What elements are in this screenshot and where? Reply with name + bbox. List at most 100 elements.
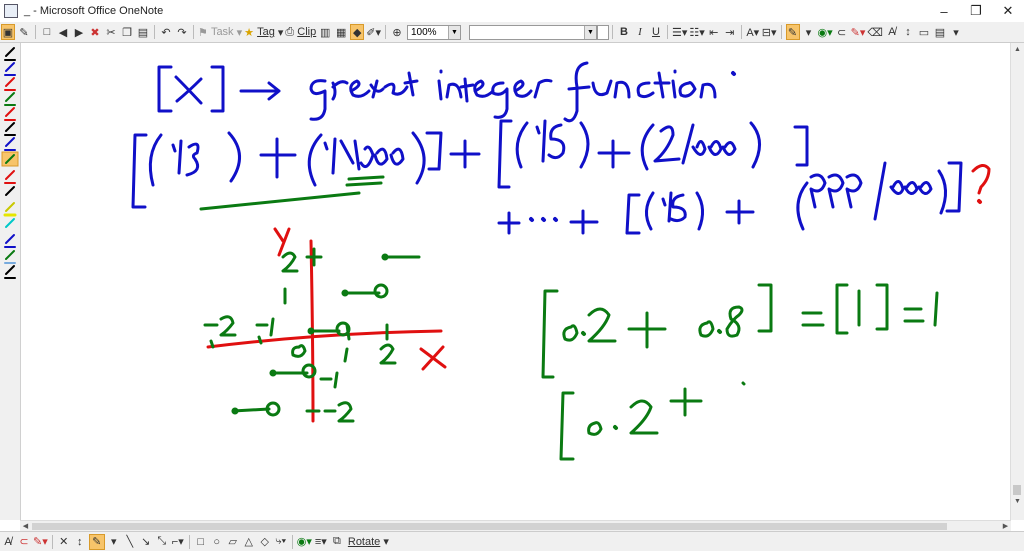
zoom-icon[interactable]: ⊕ — [390, 24, 404, 40]
ink-stroke — [529, 217, 558, 222]
scroll-thumb[interactable] — [1013, 485, 1021, 495]
pen-selected-icon[interactable]: ✎ — [88, 533, 105, 550]
arrow-line-icon[interactable]: ↘ — [139, 534, 153, 550]
axis-icon[interactable]: ⌐▾ — [171, 534, 185, 550]
lasso-icon[interactable]: ⊂ — [835, 24, 849, 40]
pen-tool-icon[interactable]: ✎ — [17, 24, 31, 40]
highlight-dropdown-icon[interactable]: ▾ — [802, 24, 816, 40]
highlighter-icon[interactable]: ✎ — [785, 24, 800, 40]
indent-icon[interactable]: ⇥ — [723, 24, 737, 40]
undo-icon[interactable]: ↶ — [159, 24, 173, 40]
ink-stroke — [411, 131, 426, 185]
line-weight-icon[interactable]: ≡▾ — [314, 534, 328, 550]
triangle-icon[interactable]: △ — [242, 534, 256, 550]
ink-stroke — [875, 283, 889, 331]
font-size-select[interactable] — [596, 24, 609, 40]
font-name-select[interactable]: ▼ — [468, 24, 597, 40]
ink-canvas[interactable] — [21, 43, 1011, 520]
full-page-icon[interactable]: ▥ — [318, 24, 332, 40]
delete-ink-icon[interactable]: ✕ — [57, 534, 71, 550]
scroll-down-arrow-icon[interactable]: ▼ — [1011, 495, 1024, 508]
minimize-button[interactable]: – — [928, 0, 960, 22]
line-icon[interactable]: ╲ — [123, 534, 137, 550]
task-button[interactable]: ⚑ Task ▾ — [198, 24, 242, 40]
new-page-icon[interactable]: □ — [40, 24, 54, 40]
ink-stroke — [717, 329, 722, 334]
style-icon[interactable]: ⊟▾ — [762, 24, 777, 40]
ink-stroke — [645, 191, 655, 231]
ink-stroke — [653, 123, 737, 165]
tick-label-2-y — [281, 251, 299, 273]
ink-stroke — [801, 311, 825, 327]
tick-label-2-x — [379, 343, 397, 365]
eraser-icon[interactable]: ⌫ — [867, 24, 883, 40]
zoom-select[interactable]: 100% ▼ — [406, 24, 461, 40]
bold-button[interactable]: B — [617, 24, 631, 40]
close-button[interactable]: ✕ — [992, 0, 1024, 22]
ink-stroke — [613, 425, 618, 430]
ink-stroke — [835, 283, 849, 335]
paste-icon[interactable]: ▤ — [136, 24, 150, 40]
ink-stroke — [157, 65, 173, 113]
vertical-scrollbar[interactable]: ▲ ▼ — [1010, 43, 1024, 520]
ink-stroke — [563, 61, 717, 123]
options-icon[interactable]: ▾ — [949, 24, 963, 40]
ink-stroke — [562, 324, 579, 342]
pen-blue-icon — [5, 62, 15, 72]
pen-black-icon — [5, 47, 15, 57]
numbering-icon[interactable]: ☷▾ — [689, 24, 704, 40]
rule-lines-icon[interactable]: ▤ — [933, 24, 947, 40]
ink-to-text-icon[interactable]: A̸ — [1, 534, 15, 550]
zoom-value: 100% — [410, 26, 437, 38]
clip-button[interactable]: ⎙ Clip — [285, 24, 316, 40]
toolbar-separator — [51, 534, 53, 549]
pen-dropdown-icon[interactable]: ▾ — [107, 534, 121, 550]
connector-icon[interactable]: ⤷▾ — [274, 534, 288, 550]
ink-to-text-icon[interactable]: A̸ — [885, 24, 899, 40]
marker-icon[interactable]: ✎▾ — [851, 24, 866, 40]
toolbar-separator — [188, 534, 190, 549]
rectangle-icon[interactable]: □ — [194, 534, 208, 550]
ink-stroke — [698, 320, 715, 338]
font-color-icon[interactable]: A▾ — [746, 24, 760, 40]
parallelogram-icon[interactable]: ▱ — [226, 534, 240, 550]
scroll-up-arrow-icon[interactable]: ▲ — [1011, 43, 1024, 56]
star-icon: ★ — [244, 26, 255, 39]
double-arrow-icon[interactable]: ⤡ — [155, 534, 169, 550]
tag-button[interactable]: ★ Tag ▾ — [244, 24, 283, 40]
outdent-icon[interactable]: ⇤ — [707, 24, 721, 40]
redo-icon[interactable]: ↷ — [175, 24, 189, 40]
lasso-icon[interactable]: ⊂ — [17, 534, 31, 550]
onenote-app-icon[interactable] — [4, 4, 18, 18]
bullets-icon[interactable]: ☰▾ — [672, 24, 687, 40]
research-icon[interactable]: ◆ — [350, 24, 365, 40]
diamond-icon[interactable]: ◇ — [258, 534, 272, 550]
insert-space-icon[interactable]: ↕ — [901, 24, 915, 40]
ellipse-icon[interactable]: ○ — [210, 534, 224, 550]
ink-stroke — [345, 175, 385, 187]
page-view-icon[interactable]: ▣ — [1, 24, 15, 40]
marker-icon[interactable]: ✎▾ — [33, 534, 48, 550]
arrange-icon[interactable]: ⧉ — [330, 534, 344, 550]
ink-stroke — [933, 291, 939, 327]
rotate-button[interactable]: Rotate ▾ — [346, 534, 391, 550]
back-icon[interactable]: ◀ — [56, 24, 70, 40]
restore-button[interactable]: ❐ — [960, 0, 992, 22]
y-axis-letter — [273, 227, 291, 257]
insert-space-icon[interactable]: ↕ — [73, 534, 87, 550]
page-color-icon[interactable]: ▭ — [917, 24, 931, 40]
fill-color-icon[interactable]: ◉▾ — [818, 24, 833, 40]
copy-icon[interactable]: ❐ — [120, 24, 134, 40]
closed-dot — [341, 289, 349, 297]
cut-icon[interactable]: ✂ — [104, 24, 118, 40]
italic-button[interactable]: I — [633, 24, 647, 40]
shape-fill-icon[interactable]: ◉▾ — [297, 534, 312, 550]
task-label: Task — [210, 26, 234, 38]
forward-icon[interactable]: ▶ — [72, 24, 86, 40]
show-icon[interactable]: ▦ — [334, 24, 348, 40]
pen-red-icon — [5, 77, 15, 87]
scroll-thumb[interactable] — [32, 523, 947, 530]
underline-button[interactable]: U — [649, 24, 663, 40]
pen-mode-icon[interactable]: ✐▾ — [366, 24, 381, 40]
delete-icon[interactable]: ✖ — [88, 24, 102, 40]
